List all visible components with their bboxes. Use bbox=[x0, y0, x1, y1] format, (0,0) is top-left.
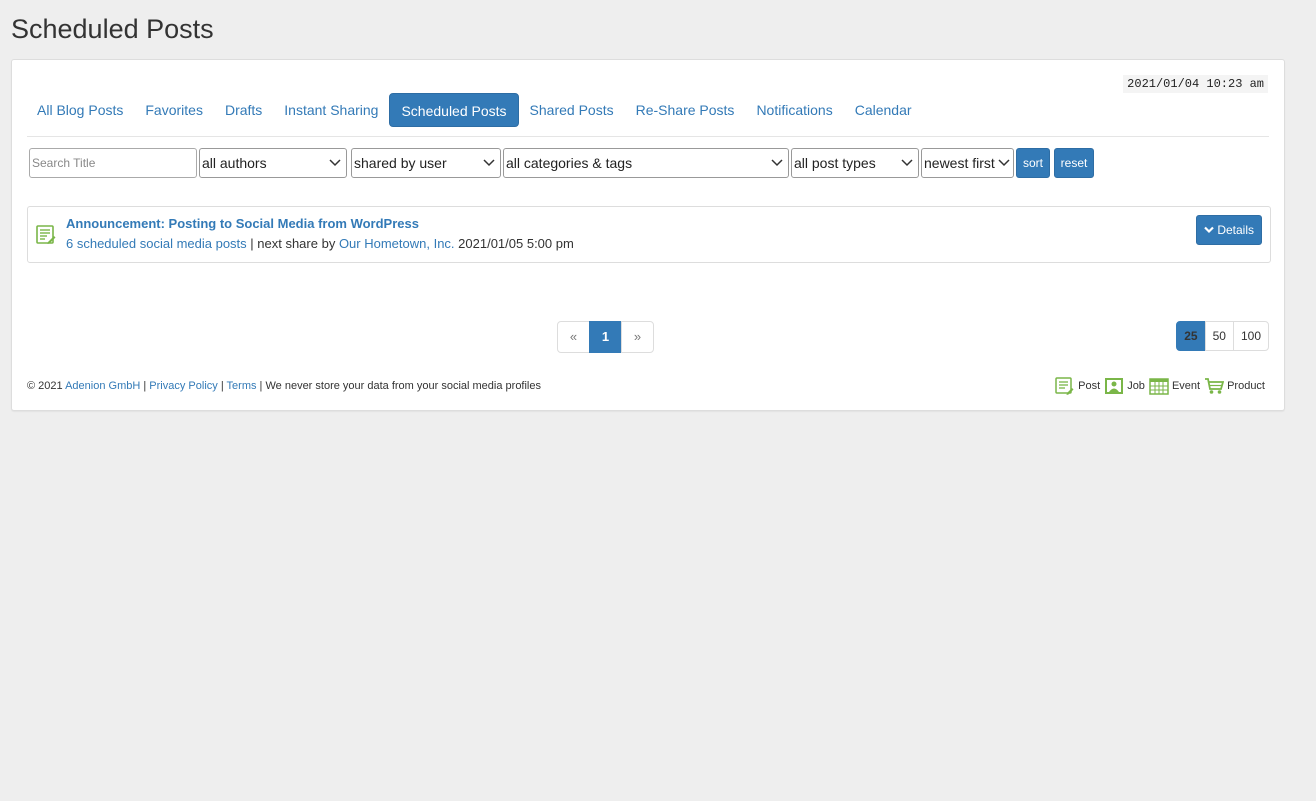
legend-job: Job bbox=[1104, 377, 1145, 395]
pagination: « 1 » bbox=[557, 321, 654, 353]
chevron-down-icon bbox=[1204, 226, 1214, 233]
post-title-link[interactable]: Announcement: Posting to Social Media fr… bbox=[66, 216, 419, 231]
tab-calendar[interactable]: Calendar bbox=[844, 93, 923, 127]
footer-note: | We never store your data from your soc… bbox=[256, 380, 541, 392]
chevron-down-icon bbox=[900, 149, 914, 177]
next-share-label: | next share by bbox=[246, 236, 339, 251]
reset-button[interactable]: reset bbox=[1054, 148, 1094, 178]
page-title: Scheduled Posts bbox=[11, 14, 214, 44]
privacy-policy-link[interactable]: Privacy Policy bbox=[149, 380, 217, 392]
per-page-50[interactable]: 50 bbox=[1204, 321, 1234, 351]
footer-separator: | bbox=[217, 380, 227, 392]
scheduled-posts-link[interactable]: 6 scheduled social media posts bbox=[66, 236, 247, 251]
next-page-button[interactable]: » bbox=[621, 321, 654, 353]
account-link[interactable]: Our Hometown, Inc. bbox=[339, 236, 455, 251]
shared-by-select-value: shared by user bbox=[354, 155, 447, 171]
per-page-25[interactable]: 25 bbox=[1176, 321, 1206, 351]
shared-by-select[interactable]: shared by user bbox=[351, 148, 501, 178]
authors-select[interactable]: all authors bbox=[199, 148, 347, 178]
legend-product: Product bbox=[1204, 377, 1265, 395]
categories-select-value: all categories & tags bbox=[506, 155, 633, 171]
chevron-down-icon bbox=[328, 149, 342, 177]
legend-event-label: Event bbox=[1171, 380, 1201, 392]
post-type-legend: Post Job Event Product bbox=[1051, 377, 1265, 395]
details-button[interactable]: Details bbox=[1196, 215, 1262, 245]
tab-instant-sharing[interactable]: Instant Sharing bbox=[273, 93, 389, 127]
company-link[interactable]: Adenion GmbH bbox=[65, 380, 140, 392]
post-types-select-value: all post types bbox=[794, 155, 876, 171]
chevron-down-icon bbox=[482, 149, 496, 177]
post-icon bbox=[1055, 377, 1074, 395]
legend-job-label: Job bbox=[1127, 380, 1145, 392]
tab-drafts[interactable]: Drafts bbox=[214, 93, 273, 127]
legend-post: Post bbox=[1055, 377, 1100, 395]
post-meta: 6 scheduled social media posts | next sh… bbox=[66, 236, 574, 251]
tab-notifications[interactable]: Notifications bbox=[745, 93, 843, 127]
server-clock: 2021/01/04 10:23 am bbox=[1123, 75, 1268, 93]
page-1-button[interactable]: 1 bbox=[589, 321, 622, 353]
scheduled-post-row: Announcement: Posting to Social Media fr… bbox=[27, 206, 1271, 263]
details-button-label: Details bbox=[1217, 223, 1255, 237]
per-page-100[interactable]: 100 bbox=[1232, 321, 1269, 351]
prev-page-button[interactable]: « bbox=[557, 321, 590, 353]
post-types-select[interactable]: all post types bbox=[791, 148, 919, 178]
legend-post-label: Post bbox=[1078, 380, 1101, 392]
order-select-value: newest first bbox=[924, 155, 995, 171]
legend-event: Event bbox=[1149, 377, 1200, 395]
shopping-cart-icon bbox=[1205, 378, 1225, 394]
calendar-icon bbox=[1149, 378, 1169, 395]
next-share-date: 2021/01/05 5:00 pm bbox=[454, 236, 574, 251]
post-type-icon bbox=[36, 225, 56, 245]
footer: © 2021 Adenion GmbH | Privacy Policy | T… bbox=[27, 380, 541, 392]
copyright: © 2021 bbox=[27, 380, 66, 392]
sort-button[interactable]: sort bbox=[1016, 148, 1050, 178]
authors-select-value: all authors bbox=[202, 155, 267, 171]
tab-favorites[interactable]: Favorites bbox=[134, 93, 214, 127]
categories-select[interactable]: all categories & tags bbox=[503, 148, 789, 178]
tab-all-blog-posts[interactable]: All Blog Posts bbox=[26, 93, 134, 127]
legend-product-label: Product bbox=[1227, 380, 1265, 392]
tab-re-share-posts[interactable]: Re-Share Posts bbox=[625, 93, 746, 127]
tab-shared-posts[interactable]: Shared Posts bbox=[519, 93, 625, 127]
tab-scheduled-posts[interactable]: Scheduled Posts bbox=[389, 93, 519, 127]
footer-separator: | bbox=[140, 380, 150, 392]
chevron-down-icon bbox=[770, 149, 784, 177]
order-select[interactable]: newest first bbox=[921, 148, 1014, 178]
nav-tabs: All Blog Posts Favorites Drafts Instant … bbox=[26, 93, 923, 127]
per-page-selector: 25 50 100 bbox=[1176, 321, 1269, 351]
chevron-down-icon bbox=[997, 149, 1011, 177]
terms-link[interactable]: Terms bbox=[227, 380, 257, 392]
main-panel: 2021/01/04 10:23 am All Blog Posts Favor… bbox=[11, 59, 1285, 411]
tabs-divider bbox=[27, 136, 1269, 137]
job-icon bbox=[1105, 378, 1124, 394]
search-input[interactable] bbox=[29, 148, 197, 178]
